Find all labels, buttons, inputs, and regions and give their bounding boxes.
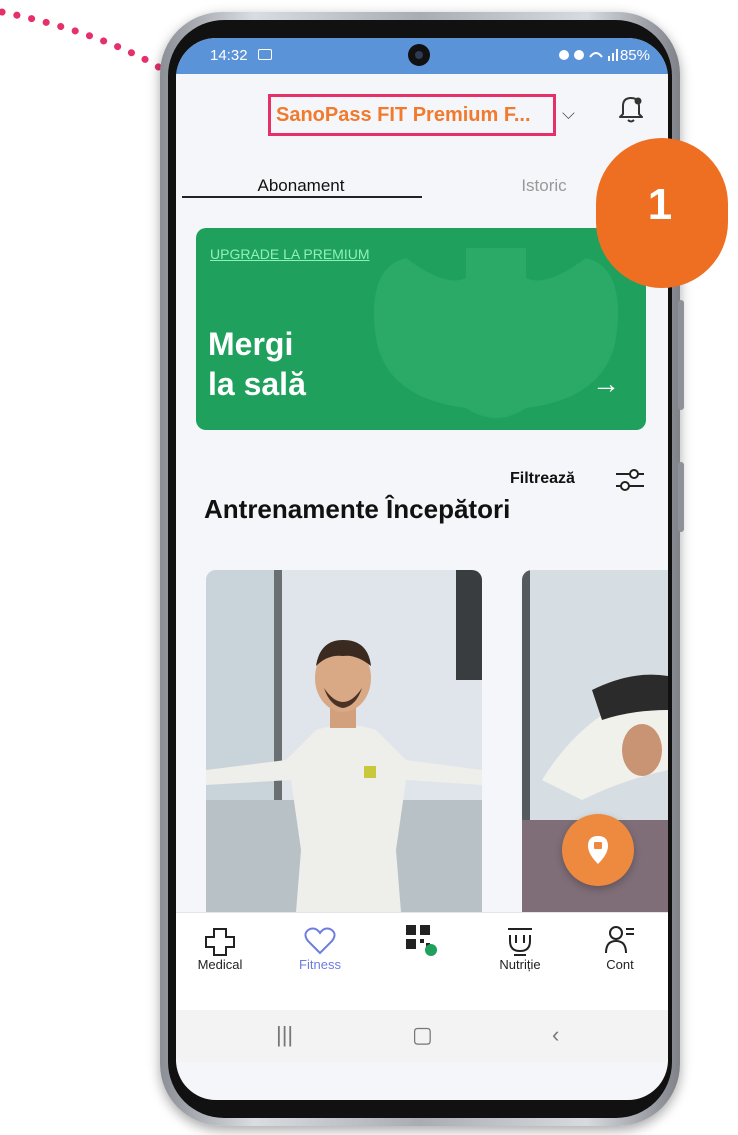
system-navigation-bar: ||| ▢ ‹: [176, 1010, 668, 1062]
workout-card[interactable]: [206, 570, 482, 912]
nav-medical-label: Medical: [197, 957, 243, 972]
back-icon[interactable]: ‹: [552, 1022, 559, 1048]
qr-code-icon: [406, 925, 437, 956]
nav-cont[interactable]: Cont: [580, 923, 660, 972]
nav-nutritie-label: Nutriție: [499, 957, 541, 972]
location-pin-icon: [588, 836, 608, 864]
filter-sliders-icon[interactable]: [614, 466, 646, 494]
home-button-icon[interactable]: ▢: [412, 1022, 433, 1048]
location-fab[interactable]: [562, 814, 634, 886]
nav-fitness[interactable]: Fitness: [280, 923, 360, 972]
phone-side-button: [678, 300, 684, 410]
account-icon: [605, 926, 634, 954]
nav-fitness-label: Fitness: [299, 957, 341, 972]
phone-side-button: [678, 462, 684, 532]
nav-qr-code[interactable]: [380, 923, 460, 957]
content-overlay: Filtrează Antrenamente Începători Medica…: [176, 0, 668, 1100]
heart-icon: [304, 927, 336, 955]
step-badge-number: 1: [647, 180, 673, 229]
bottom-navigation: Medical Fitness Nutriție Cont: [176, 912, 668, 1011]
nav-cont-label: Cont: [606, 957, 634, 972]
medical-cross-icon: [205, 928, 235, 956]
section-title: Antrenamente Începători: [204, 494, 511, 524]
nav-medical[interactable]: Medical: [180, 923, 260, 972]
nutrition-bowl-icon: [508, 928, 532, 956]
recent-apps-icon[interactable]: |||: [276, 1022, 293, 1048]
workout-thumbnail-trainer: [206, 570, 482, 912]
filter-label[interactable]: Filtrează: [510, 470, 575, 488]
filter-row[interactable]: Filtrează: [176, 458, 668, 498]
nav-nutritie[interactable]: Nutriție: [480, 923, 560, 972]
